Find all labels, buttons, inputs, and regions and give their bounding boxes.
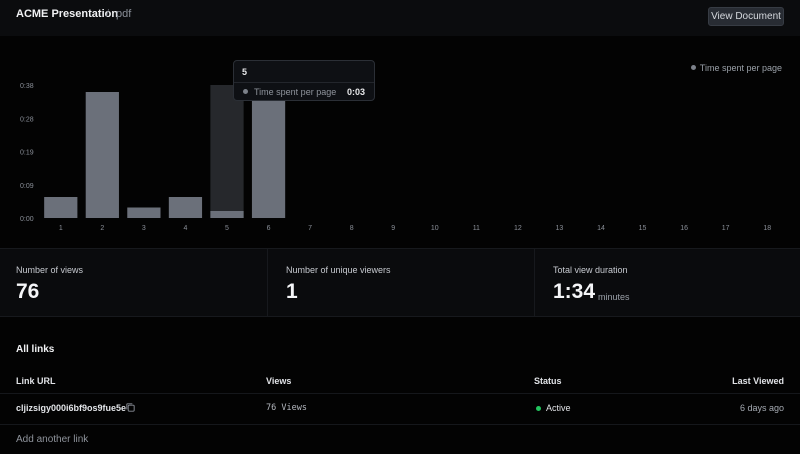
document-title: ACME Presentation (16, 8, 119, 20)
link-status: Active (546, 403, 571, 413)
y-tick-label: 0:19 (20, 150, 34, 157)
hover-highlight (210, 85, 244, 218)
time-per-page-chart: 0:00 0:09 0:19 0:28 0:38 1 2 3 4 5 6 7 8 9 10 11 12 13 14… (0, 36, 800, 248)
x-tick-label: 9 (391, 225, 395, 232)
column-header-last-viewed: Last Viewed (732, 376, 784, 386)
bar-page-3[interactable] (127, 207, 161, 219)
tooltip-label: Time spent per page (254, 87, 337, 97)
dot-icon (243, 89, 248, 94)
view-document-button[interactable]: View Document (708, 7, 784, 26)
column-header-status: Status (534, 376, 562, 386)
x-tick-label: 13 (556, 225, 564, 232)
bar-page-5[interactable] (210, 211, 244, 218)
x-tick-label: 1 (59, 225, 63, 232)
unique-viewers-value: 1 (286, 280, 298, 303)
column-header-views: Views (266, 376, 292, 386)
x-tick-label: 18 (763, 225, 771, 232)
x-tick-label: 15 (639, 225, 647, 232)
x-tick-label: 4 (183, 225, 187, 232)
x-tick-label: 16 (680, 225, 688, 232)
tooltip-value: 0:03 (346, 87, 365, 97)
bar-chart: 0:000:090:190:280:38 1 2 3 4 5 6 7 8 9 10 11 12 13 14… (20, 83, 771, 232)
stats-panel: Number of views 76 Number of unique view… (0, 248, 800, 317)
row-divider (0, 393, 800, 394)
views-label: Number of views (16, 265, 84, 275)
x-tick-label: 14 (597, 225, 605, 232)
x-tick-label: 5 (225, 225, 229, 232)
x-tick-label: 2 (100, 225, 104, 232)
views-stat: Number of views 76 (0, 249, 266, 316)
y-tick-label: 0:09 (20, 183, 34, 190)
x-tick-label: 8 (350, 225, 354, 232)
x-tick-label: 3 (142, 225, 146, 232)
status-dot-icon (536, 406, 541, 411)
link-last-viewed: 6 days ago (739, 403, 784, 413)
tooltip-title: 5 (242, 67, 248, 77)
bar-page-4[interactable] (168, 197, 203, 218)
tooltip-divider (234, 82, 374, 83)
top-bar: ACME Presentation / pdf View Document (0, 0, 800, 36)
row-divider (0, 424, 800, 425)
x-tick-label: 7 (308, 225, 312, 232)
duration-unit: minutes (598, 292, 630, 302)
chart-tooltip: 5 Time spent per page 0:03 (233, 60, 375, 101)
x-tick-label: 17 (722, 225, 730, 232)
y-tick-label: 0:38 (20, 83, 34, 90)
x-tick-label: 6 (267, 225, 271, 232)
add-link-button[interactable]: Add another link (16, 434, 88, 445)
column-header-url: Link URL (16, 376, 56, 386)
bar-page-2[interactable] (85, 92, 119, 218)
copy-icon[interactable] (125, 402, 136, 413)
link-views: 76 Views (266, 403, 307, 413)
x-tick-label: 11 (473, 225, 480, 232)
bar-page-1[interactable] (44, 197, 78, 218)
duration-label: Total view duration (553, 265, 628, 275)
unique-viewers-stat: Number of unique viewers 1 (267, 249, 533, 316)
document-type: pdf (116, 8, 132, 20)
views-value: 76 (16, 280, 40, 303)
dot-icon (690, 65, 696, 70)
breadcrumb-separator: / (106, 8, 110, 20)
duration-stat: Total view duration 1:34 minutes (534, 249, 800, 316)
x-tick-label: 10 (431, 225, 439, 232)
legend-label: Time spent per page (699, 63, 782, 73)
duration-value: 1:34 (553, 280, 596, 303)
chart-legend: Time spent per page (690, 63, 782, 73)
x-tick-label: 12 (514, 225, 522, 232)
unique-viewers-label: Number of unique viewers (286, 265, 391, 275)
y-tick-label: 0:00 (20, 216, 34, 223)
y-tick-label: 0:28 (20, 116, 34, 123)
link-url[interactable]: cljizsigy000i6bf9os9fue5e (16, 403, 126, 413)
bar-page-6[interactable] (251, 95, 286, 219)
links-section-title: All links (16, 344, 55, 355)
